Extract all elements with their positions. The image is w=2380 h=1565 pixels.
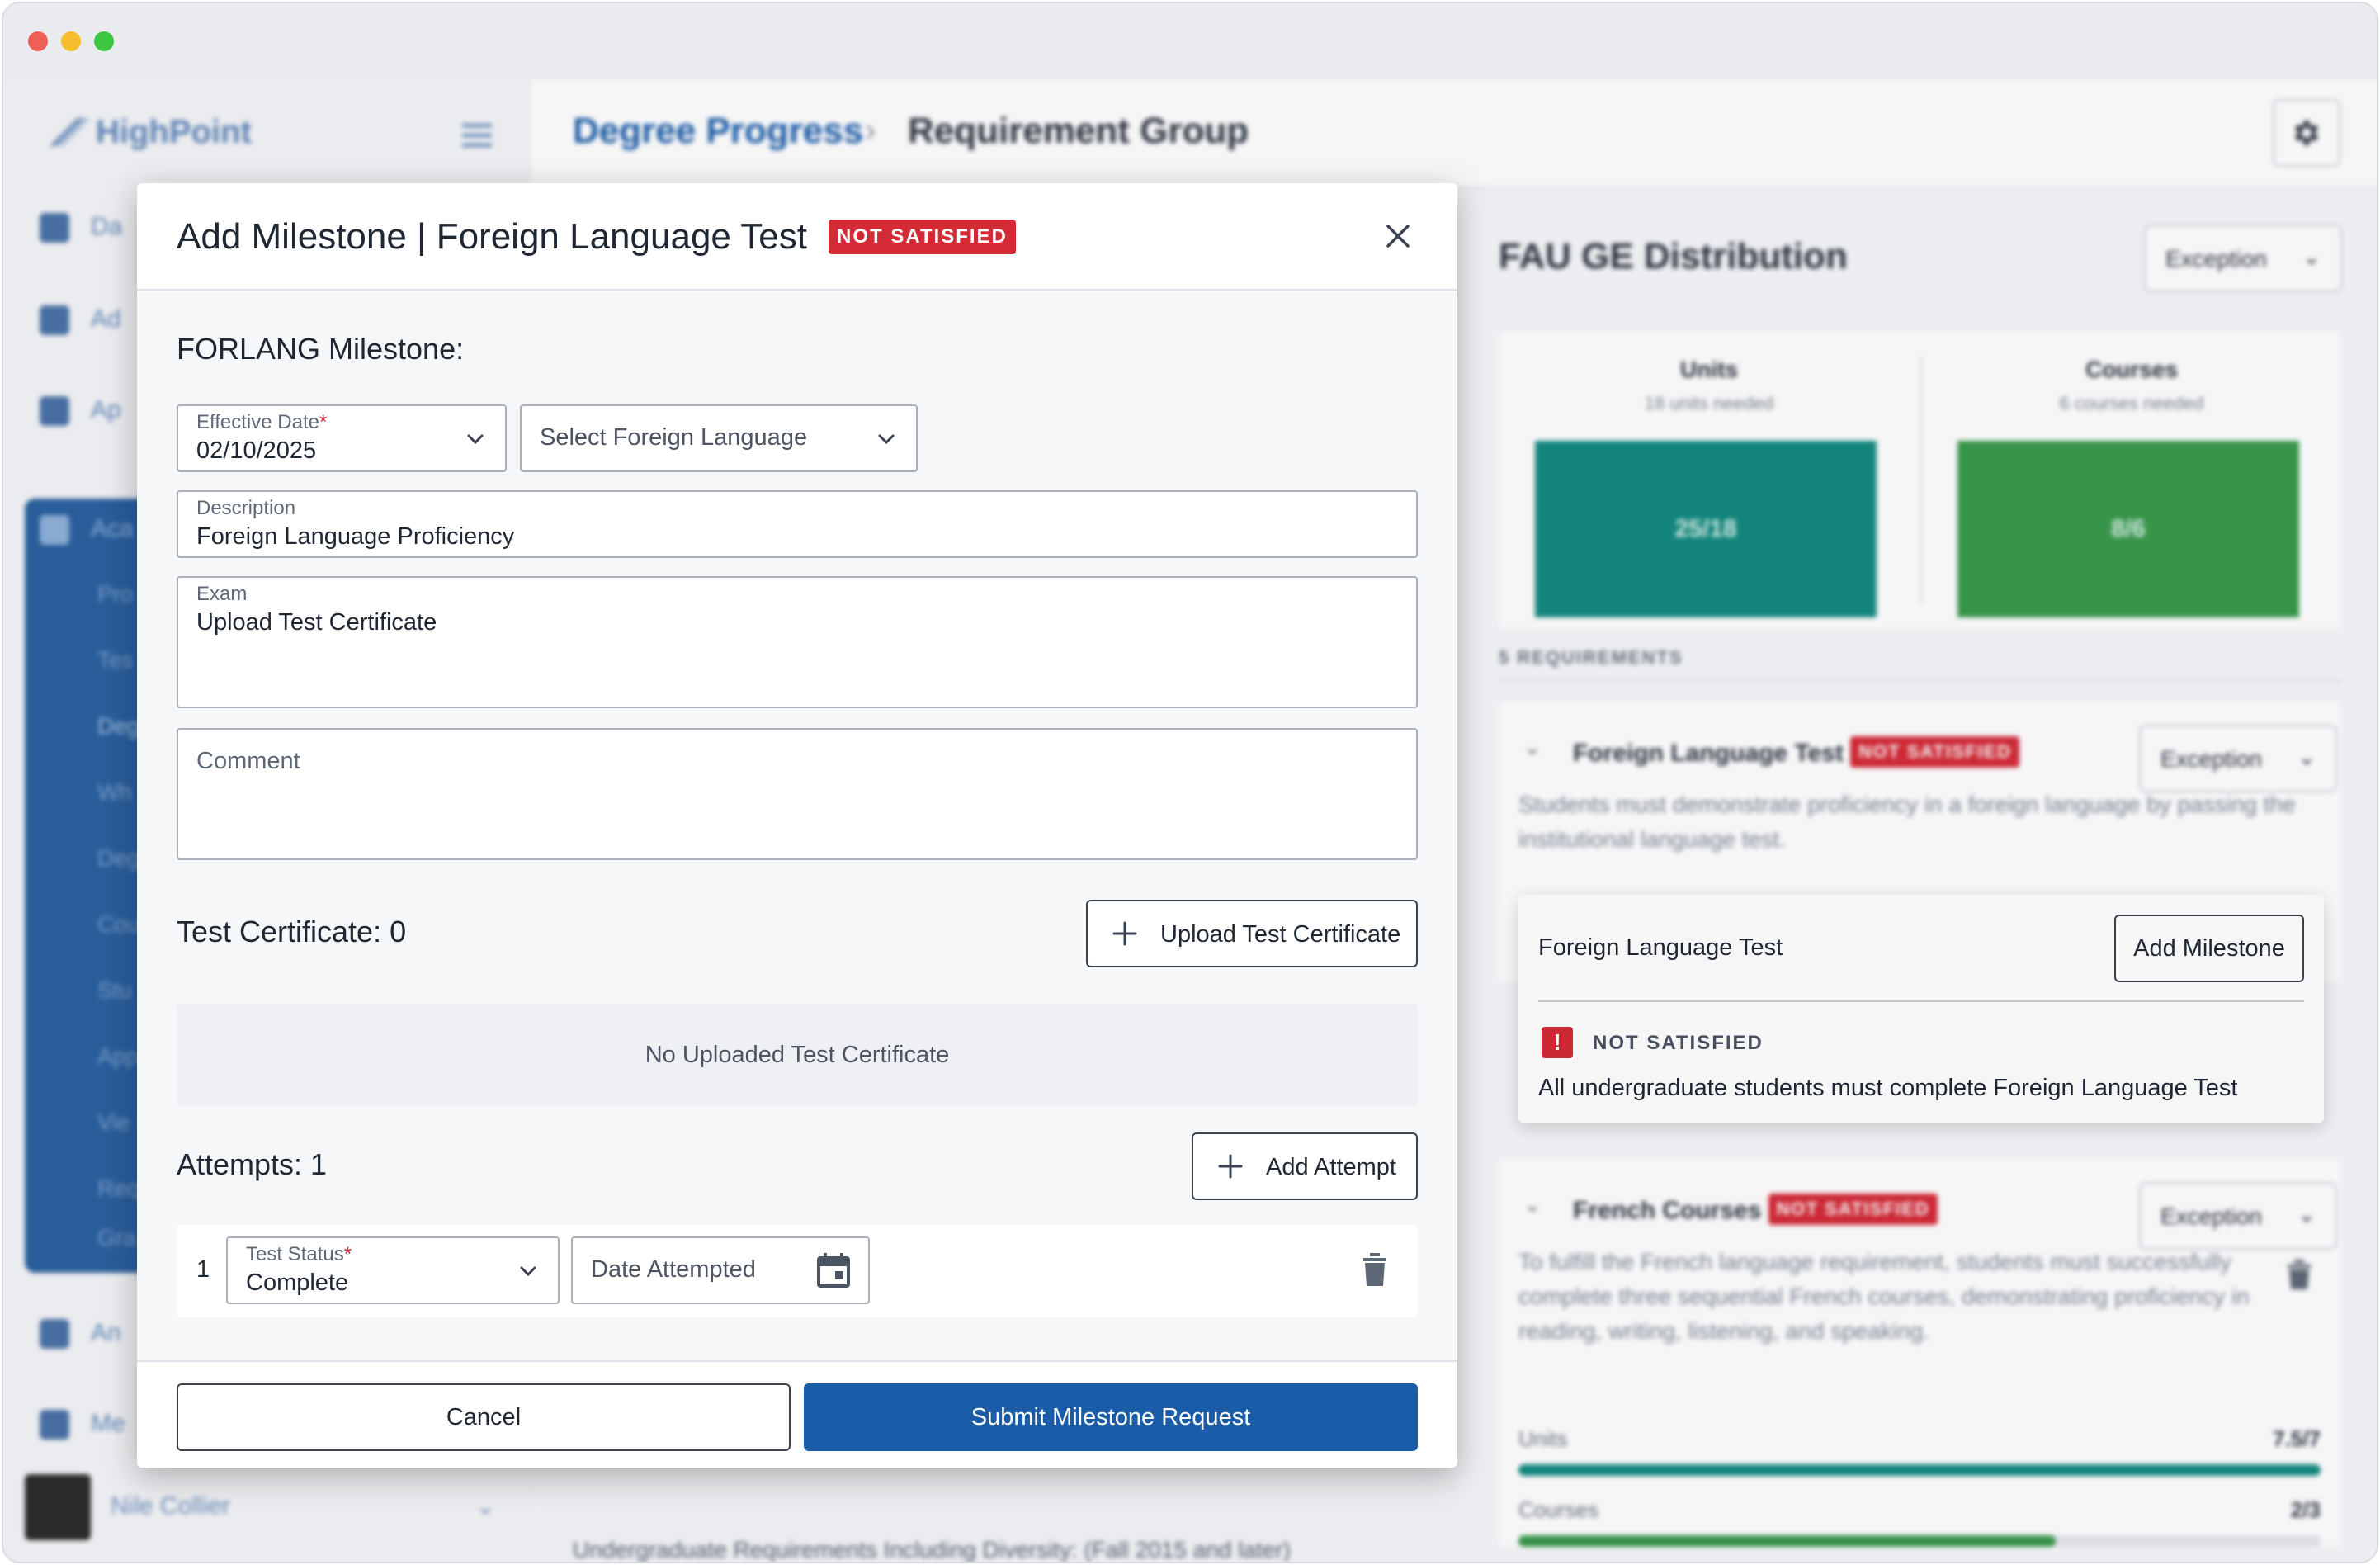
exam-field[interactable]: Exam Upload Test Certificate <box>177 576 1418 708</box>
field-label-text: Effective Date <box>196 411 319 433</box>
chevron-down-icon <box>875 428 898 455</box>
attempt-number: 1 <box>196 1256 210 1283</box>
required-mark: * <box>343 1243 352 1265</box>
cancel-button[interactable]: Cancel <box>177 1383 791 1451</box>
plus-icon <box>1216 1152 1244 1187</box>
date-attempted-field[interactable]: Date Attempted <box>571 1236 870 1304</box>
attempts-title: Attempts: 1 <box>177 1147 328 1181</box>
attempt-row: 1 Test Status* Complete Date Attempted <box>177 1225 1418 1317</box>
field-placeholder: Date Attempted <box>591 1256 756 1283</box>
textarea-placeholder: Comment <box>196 748 300 774</box>
field-value: 02/10/2025 <box>196 437 317 464</box>
modal-title: Add Milestone | Foreign Language Test <box>177 216 808 257</box>
certificates-title: Test Certificate: 0 <box>177 915 407 948</box>
calendar-icon[interactable] <box>817 1253 850 1292</box>
empty-state-text: No Uploaded Test Certificate <box>645 1042 950 1068</box>
chevron-down-icon <box>517 1260 540 1287</box>
add-milestone-modal: Add Milestone | Foreign Language Test NO… <box>137 183 1457 1468</box>
modal-footer: Cancel Submit Milestone Request <box>137 1360 1457 1468</box>
field-value: Foreign Language Proficiency <box>196 523 515 550</box>
submit-milestone-button[interactable]: Submit Milestone Request <box>804 1383 1418 1451</box>
close-window-dot[interactable] <box>28 31 48 51</box>
foreign-language-select[interactable]: Select Foreign Language <box>520 404 918 472</box>
effective-date-select[interactable]: Effective Date* 02/10/2025 <box>177 404 507 472</box>
field-value: Upload Test Certificate <box>196 609 437 636</box>
trash-icon[interactable] <box>1362 1253 1388 1290</box>
status-badge: NOT SATISFIED <box>829 220 1016 254</box>
plus-icon <box>1111 920 1139 954</box>
upload-certificate-button[interactable]: Upload Test Certificate <box>1086 900 1418 967</box>
window-titlebar <box>3 3 2377 81</box>
modal-body: FORLANG Milestone: Effective Date* 02/10… <box>137 292 1457 1360</box>
test-status-select[interactable]: Test Status* Complete <box>226 1236 560 1304</box>
field-label: Description <box>196 497 296 519</box>
certificates-empty-state: No Uploaded Test Certificate <box>177 1004 1418 1106</box>
field-label: Effective Date* <box>196 411 327 434</box>
minimize-window-dot[interactable] <box>61 31 81 51</box>
field-label: Test Status* <box>246 1243 352 1266</box>
milestone-section-title: FORLANG Milestone: <box>177 332 465 366</box>
description-field[interactable]: Description Foreign Language Proficiency <box>177 490 1418 558</box>
button-label: Add Attempt <box>1266 1154 1396 1180</box>
field-label-text: Test Status <box>246 1243 344 1265</box>
field-value: Complete <box>246 1269 349 1296</box>
select-placeholder: Select Foreign Language <box>540 424 808 451</box>
modal-header: Add Milestone | Foreign Language Test NO… <box>137 183 1457 291</box>
close-button[interactable] <box>1380 218 1416 254</box>
maximize-window-dot[interactable] <box>94 31 114 51</box>
button-label: Upload Test Certificate <box>1160 921 1401 948</box>
comment-textarea[interactable]: Comment <box>177 728 1418 860</box>
close-icon <box>1386 225 1410 248</box>
add-attempt-button[interactable]: Add Attempt <box>1192 1132 1418 1200</box>
chevron-down-icon <box>464 428 487 455</box>
required-mark: * <box>319 411 328 433</box>
browser-window: HighPoint Da Ad Ap Aca Pro Tes Deg Wh De… <box>2 2 2378 1563</box>
field-label: Exam <box>196 583 248 605</box>
